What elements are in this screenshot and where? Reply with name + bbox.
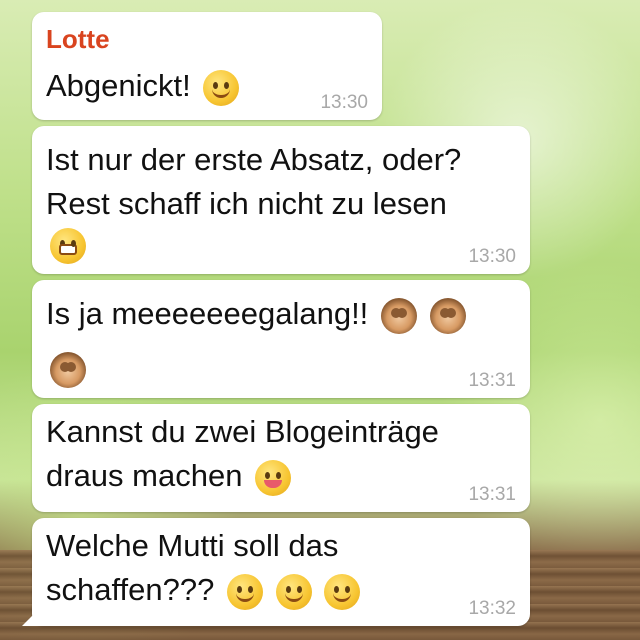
message-text: Ist nur der erste Absatz, oder? Rest sch…: [46, 142, 462, 221]
sender-name: Lotte: [46, 24, 110, 54]
message-bubble[interactable]: Ist nur der erste Absatz, oder? Rest sch…: [32, 126, 530, 274]
message-time: 13:31: [468, 370, 516, 391]
message-bubble[interactable]: Welche Mutti soll das schaffen??? 13:32: [22, 518, 530, 626]
see-no-evil-monkey-emoji-icon: [380, 297, 417, 334]
winking-tongue-emoji-icon: [255, 459, 292, 496]
wink-emoji-icon: [324, 573, 361, 610]
message-time: 13:30: [468, 246, 516, 267]
smile-emoji-icon: [203, 69, 240, 106]
message-time: 13:32: [468, 598, 516, 619]
message-time: 13:31: [468, 484, 516, 505]
see-no-evil-monkey-emoji-icon: [50, 352, 86, 388]
wink-emoji-icon: [226, 573, 263, 610]
message-text: Is ja meeeeeeegalang!!: [46, 292, 466, 336]
message-text: Kannst du zwei Blogeinträge draus machen: [46, 410, 439, 498]
message-text: Abgenickt!: [46, 64, 240, 108]
grin-emoji-icon: [50, 228, 86, 264]
message-bubble[interactable]: Kannst du zwei Blogeinträge draus machen…: [32, 404, 530, 512]
wink-emoji-icon: [275, 573, 312, 610]
message-time: 13:30: [320, 92, 368, 113]
message-bubble[interactable]: Is ja meeeeeeegalang!! 13:31: [32, 280, 530, 398]
see-no-evil-monkey-emoji-icon: [429, 297, 466, 334]
message-text: Welche Mutti soll das schaffen???: [46, 524, 361, 612]
message-bubble[interactable]: Lotte Abgenickt! 13:30: [32, 12, 382, 120]
